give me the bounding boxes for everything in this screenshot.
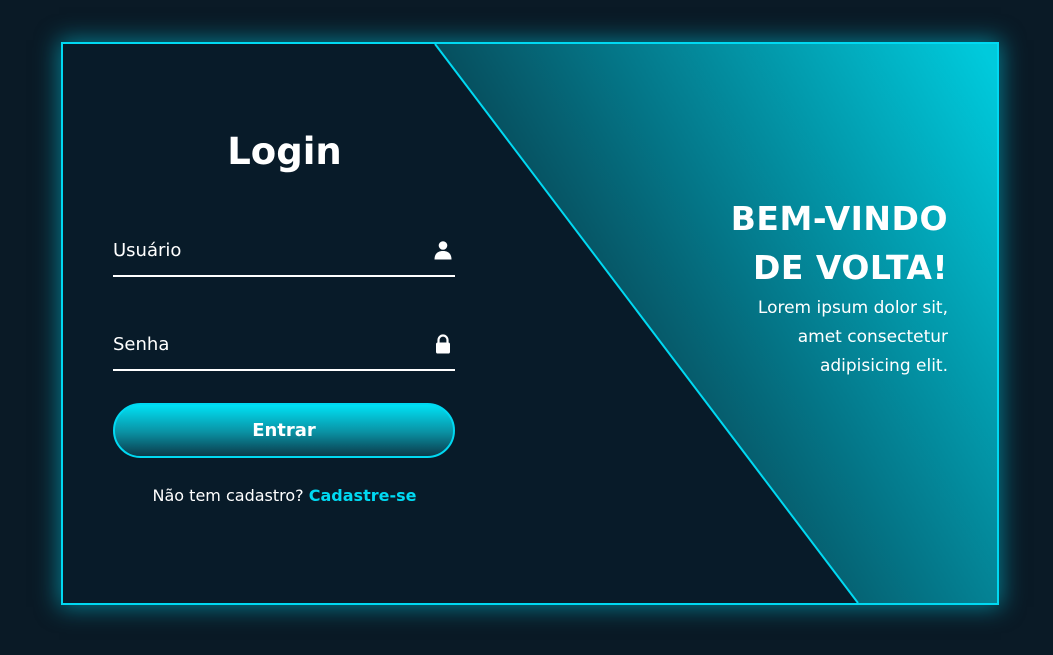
welcome-section: BEM-VINDO DE VOLTA! Lorem ipsum dolor si…: [731, 194, 948, 381]
welcome-title: BEM-VINDO DE VOLTA!: [731, 194, 948, 292]
welcome-title-line-1: BEM-VINDO: [730, 199, 948, 238]
lock-icon: [436, 334, 450, 354]
user-icon: [434, 241, 452, 260]
welcome-text: Lorem ipsum dolor sit, amet consectetur …: [731, 294, 948, 381]
login-card: Login Entrar Não tem cadastro? Cadastre-…: [61, 42, 999, 605]
welcome-title-line-2: DE VOLTA!: [752, 248, 948, 287]
password-field-group: [113, 319, 455, 371]
login-submit-button[interactable]: Entrar: [113, 403, 455, 458]
register-prompt-row: Não tem cadastro? Cadastre-se: [63, 486, 506, 505]
register-link[interactable]: Cadastre-se: [309, 486, 417, 505]
password-input[interactable]: [113, 319, 413, 369]
register-prompt-text: Não tem cadastro?: [152, 486, 304, 505]
login-title: Login: [227, 130, 342, 173]
username-field-group: [113, 225, 455, 277]
welcome-text-line-1: Lorem ipsum dolor sit,: [757, 298, 948, 318]
welcome-text-line-2: amet consectetur: [797, 327, 948, 347]
username-input[interactable]: [113, 225, 413, 275]
welcome-text-line-3: adipisicing elit.: [819, 356, 948, 376]
page: Login Entrar Não tem cadastro? Cadastre-…: [0, 0, 1053, 655]
